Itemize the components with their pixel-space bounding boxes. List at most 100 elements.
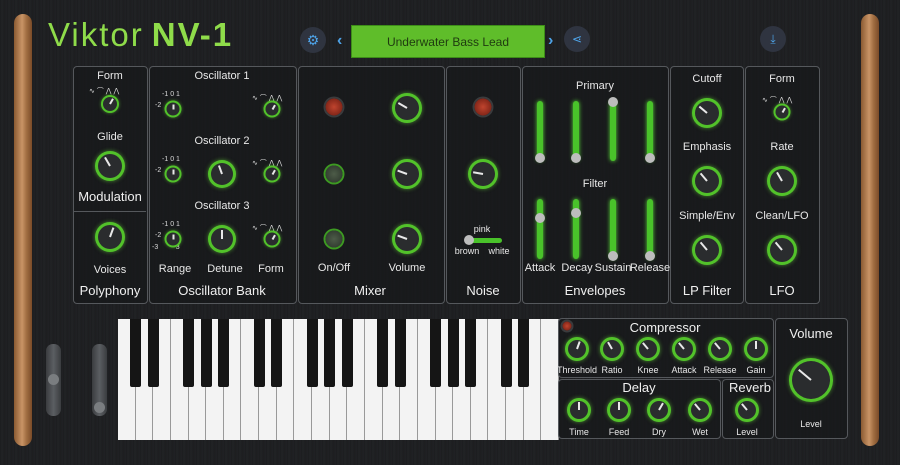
mod-wheel-nub[interactable]: [94, 402, 105, 413]
lfo-form-knob[interactable]: [775, 105, 789, 119]
pitch-wheel[interactable]: [46, 344, 61, 416]
primary-sustain-thumb[interactable]: [608, 97, 618, 107]
mixer-osc3-volume-knob[interactable]: [395, 227, 419, 251]
black-key[interactable]: [447, 319, 459, 387]
filter-decay-thumb[interactable]: [571, 208, 581, 218]
gear-icon: ⚙: [306, 31, 320, 48]
black-key[interactable]: [324, 319, 336, 387]
black-key[interactable]: [465, 319, 477, 387]
black-key[interactable]: [271, 319, 283, 387]
filter-release-thumb[interactable]: [645, 251, 655, 261]
osc1-form-knob[interactable]: [265, 102, 279, 116]
black-key[interactable]: [183, 319, 195, 387]
filter-sustain-thumb[interactable]: [608, 251, 618, 261]
primary-decay-slider[interactable]: [571, 101, 581, 163]
mod-wheel[interactable]: [92, 344, 107, 416]
black-key[interactable]: [130, 319, 142, 387]
black-key[interactable]: [200, 319, 212, 387]
preset-display[interactable]: Underwater Bass Lead: [351, 25, 545, 58]
filter-sustain-slider[interactable]: [608, 199, 618, 261]
compressor-toggle[interactable]: [562, 321, 572, 331]
reverb-level-knob[interactable]: [738, 401, 756, 419]
mixer-osc1-volume-knob[interactable]: [395, 96, 419, 120]
lfo-mix-knob[interactable]: [770, 238, 794, 262]
chevron-left-icon: ‹: [337, 32, 343, 49]
lfo-rate-knob[interactable]: [770, 169, 794, 193]
osc2-form-ticks: ∿ ⌒ ⋀ ⋀: [252, 160, 283, 167]
primary-release-thumb[interactable]: [645, 153, 655, 163]
delay-feed-knob[interactable]: [610, 401, 628, 419]
osc3-range-knob[interactable]: [166, 232, 180, 246]
cutoff-knob[interactable]: [695, 101, 719, 125]
black-key[interactable]: [253, 319, 265, 387]
comp-attack-knob[interactable]: [675, 340, 693, 358]
noise-color-thumb[interactable]: [464, 235, 474, 245]
knee-knob[interactable]: [639, 340, 657, 358]
comp-release-knob[interactable]: [711, 340, 729, 358]
delay-time-knob[interactable]: [570, 401, 588, 419]
black-key[interactable]: [518, 319, 530, 387]
delay-wet-knob[interactable]: [691, 401, 709, 419]
black-key[interactable]: [430, 319, 442, 387]
osc2-range-knob[interactable]: [166, 167, 180, 181]
noise-color-slider[interactable]: [464, 235, 502, 245]
black-key[interactable]: [341, 319, 353, 387]
black-key[interactable]: [394, 319, 406, 387]
osc1-range-knob[interactable]: [166, 102, 180, 116]
prev-preset-button[interactable]: ‹: [337, 32, 342, 50]
noise-volume-knob[interactable]: [471, 162, 495, 186]
envelopes-title: Envelopes: [564, 283, 626, 298]
comp-attack-label: Attack: [671, 365, 697, 375]
osc2-detune-knob[interactable]: [211, 163, 233, 185]
noise-toggle[interactable]: [474, 98, 492, 116]
threshold-knob[interactable]: [568, 340, 586, 358]
white-key[interactable]: [541, 319, 559, 440]
mixer-osc2-toggle[interactable]: [325, 165, 343, 183]
ratio-knob[interactable]: [603, 340, 621, 358]
black-key[interactable]: [306, 319, 318, 387]
mixer-osc3-toggle[interactable]: [325, 230, 343, 248]
download-button[interactable]: ⤓: [760, 26, 786, 52]
emphasis-label: Emphasis: [682, 141, 732, 153]
glide-knob[interactable]: [98, 154, 122, 178]
comp-gain-knob[interactable]: [747, 340, 765, 358]
mixer-osc1-toggle[interactable]: [325, 98, 343, 116]
reverb-level-label: Level: [736, 427, 758, 437]
mod-form-knob[interactable]: [103, 97, 117, 111]
compressor-title: Compressor: [629, 320, 701, 335]
filter-env-knob[interactable]: [695, 238, 719, 262]
filter-attack-slider[interactable]: [535, 199, 545, 259]
black-key[interactable]: [500, 319, 512, 387]
primary-attack-slider[interactable]: [535, 101, 545, 163]
model-name: NV-1: [151, 16, 234, 53]
delay-dry-label: Dry: [652, 427, 666, 437]
black-key[interactable]: [147, 319, 159, 387]
pitch-wheel-nub[interactable]: [48, 374, 59, 385]
black-key[interactable]: [377, 319, 389, 387]
black-key[interactable]: [218, 319, 230, 387]
detune-label: Detune: [207, 263, 243, 275]
master-volume-knob[interactable]: [792, 361, 830, 399]
noise-title: Noise: [466, 283, 500, 298]
next-preset-button[interactable]: ›: [548, 32, 553, 50]
share-button[interactable]: ⋖: [564, 26, 590, 52]
mixer-osc2-volume-knob[interactable]: [395, 162, 419, 186]
filter-release-slider[interactable]: [645, 199, 655, 261]
primary-attack-thumb[interactable]: [535, 153, 545, 163]
osc3-detune-knob[interactable]: [211, 228, 233, 250]
filter-attack-thumb[interactable]: [535, 213, 545, 223]
primary-release-slider[interactable]: [645, 101, 655, 163]
keyboard[interactable]: [118, 319, 559, 440]
pink-label: pink: [473, 224, 491, 234]
settings-button[interactable]: ⚙: [300, 27, 326, 53]
delay-dry-knob[interactable]: [650, 401, 668, 419]
filter-decay-slider[interactable]: [571, 199, 581, 259]
voices-knob[interactable]: [98, 225, 122, 249]
primary-decay-thumb[interactable]: [571, 153, 581, 163]
emphasis-knob[interactable]: [695, 169, 719, 193]
mod-form-label: Form: [97, 70, 123, 82]
osc3-form-knob[interactable]: [265, 232, 279, 246]
primary-sustain-slider[interactable]: [608, 97, 618, 161]
delay-title: Delay: [622, 380, 656, 395]
osc2-form-knob[interactable]: [265, 167, 279, 181]
